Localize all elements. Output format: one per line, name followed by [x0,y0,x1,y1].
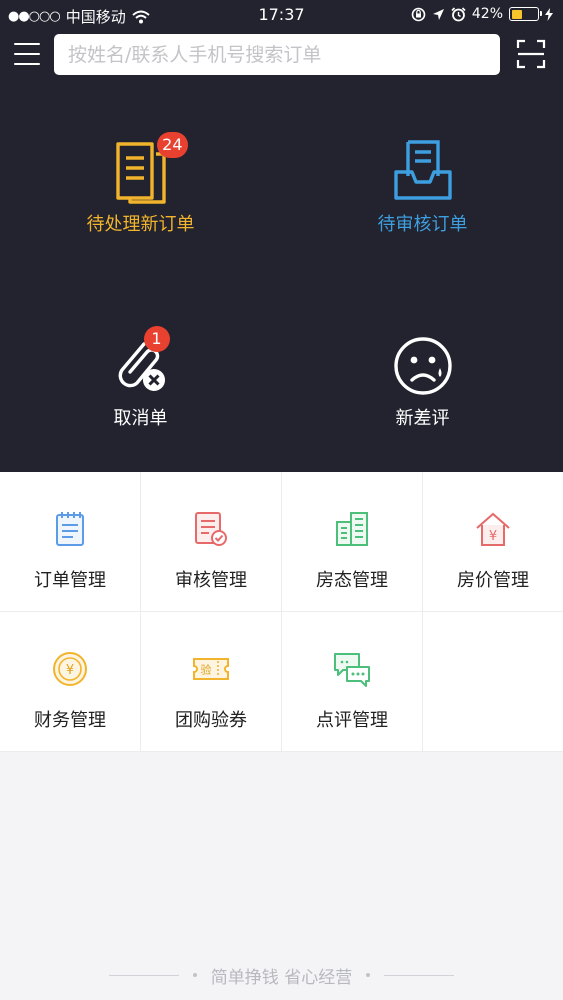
divider-dot [366,973,371,977]
module-label: 房态管理 [316,570,388,591]
module-group-voucher[interactable]: 验 团购验券 [141,612,282,752]
rotation-lock-icon [411,7,426,21]
quick-action-label: 待处理新订单 [86,214,195,235]
module-label: 财务管理 [34,710,106,731]
search-box[interactable] [54,34,500,75]
battery-fill [511,9,522,19]
ticket-glyph: 验 [201,663,212,677]
divider [384,974,455,976]
notepad-icon [56,512,84,546]
battery-percent: 42% [471,6,503,22]
module-order-management[interactable]: 订单管理 [0,472,141,612]
yen-glyph: ¥ [66,663,74,678]
menu-button[interactable] [14,41,40,67]
quick-action-label: 新差评 [395,408,450,429]
ticket-icon: 验 [193,658,229,680]
cancelled-badge: 1 [143,326,170,352]
status-bar: ●●○○○ 中国移动 17:37 42% [0,0,563,30]
search-input[interactable] [68,43,486,66]
document-check-icon [195,512,227,546]
menu-icon-bar [14,43,40,45]
inbox-tray-icon [393,140,452,200]
menu-icon-bar [14,63,40,65]
module-room-status[interactable]: 房态管理 [282,472,423,612]
module-room-price[interactable]: ¥ 房价管理 [423,472,563,612]
sad-face-icon [393,337,452,395]
location-arrow-icon [432,8,444,20]
module-label: 点评管理 [316,710,388,731]
module-empty-slot [423,612,563,752]
charging-icon [545,7,553,21]
house-yen-icon: ¥ [476,512,510,546]
slogan-text: 简单挣钱 省心经营 [210,967,353,988]
dashboard-header: ●●○○○ 中国移动 17:37 42% 按姓名/联系人手机号搜索订单 24 待… [0,0,563,472]
yen-glyph: ¥ [489,529,497,544]
module-review-management[interactable]: 审核管理 [141,472,282,612]
module-label: 房价管理 [457,570,529,591]
battery-icon [509,7,542,21]
module-grid: 订单管理 审核管理 房态管理 ¥ 房价管理 ¥ 财务管理 验 团购验券 点评管理 [0,472,563,752]
module-label: 审核管理 [175,570,247,591]
module-review-comments[interactable]: 点评管理 [282,612,423,752]
quick-action-new-orders[interactable]: 24 待处理新订单 [0,132,281,236]
module-label: 团购验券 [175,710,247,731]
footer-slogan: 简单挣钱 省心经营 [0,962,563,988]
chat-bubbles-icon [334,653,370,687]
new-orders-badge: 24 [157,132,188,158]
quick-action-label: 待审核订单 [377,214,468,235]
scan-icon[interactable] [516,39,546,69]
search-row [0,34,563,76]
menu-icon-bar [14,53,40,55]
quick-action-new-bad-reviews[interactable]: 新差评 [282,330,563,430]
divider-dot [192,973,197,977]
yen-coin-icon: ¥ [53,652,87,686]
quick-action-pending-review[interactable]: 待审核订单 [282,136,563,236]
module-finance[interactable]: ¥ 财务管理 [0,612,141,752]
module-label: 订单管理 [34,570,106,591]
alarm-icon [451,6,466,21]
quick-action-label: 取消单 [113,408,168,429]
building-icon [336,512,368,546]
divider [108,974,179,976]
quick-action-cancelled[interactable]: 1 取消单 [0,326,281,430]
